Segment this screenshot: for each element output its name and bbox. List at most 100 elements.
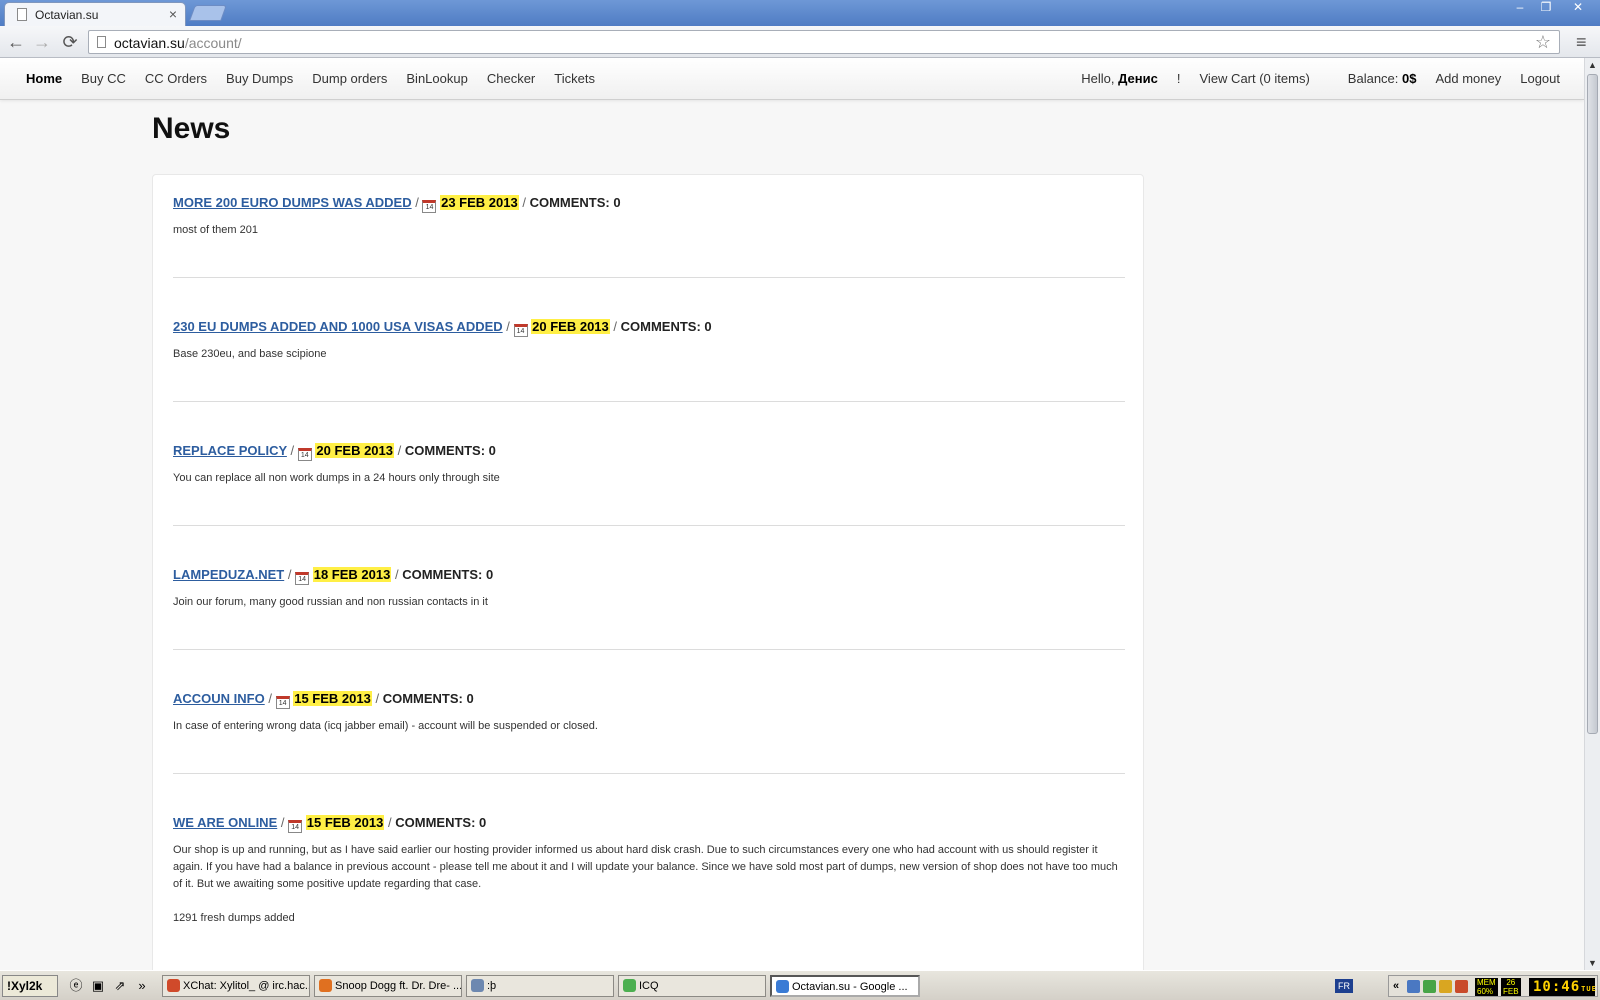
nav-binlookup[interactable]: BinLookup <box>406 71 467 86</box>
taskbar-label: Octavian.su - Google ... <box>792 981 908 993</box>
desktop-icon[interactable]: ▣ <box>90 978 106 994</box>
url-text[interactable]: octavian.su/account/ <box>114 35 242 51</box>
new-tab-button[interactable] <box>189 5 227 21</box>
news-date: 20 FEB 2013 <box>531 319 610 334</box>
clock-weekday: TUE <box>1581 985 1597 993</box>
minimize-icon[interactable]: – <box>1507 0 1533 16</box>
nav-home[interactable]: Home <box>26 71 62 86</box>
taskbar: !Xyl2k ⓔ ▣ ⇗ » XChat: Xylitol_ @ irc.hac… <box>0 970 1600 1000</box>
more-quicklaunch-icon[interactable]: » <box>134 978 150 994</box>
news-date: 23 FEB 2013 <box>440 195 519 210</box>
greeting-suffix: ! <box>1176 71 1181 86</box>
calendar-icon: 14 <box>297 448 312 461</box>
logout-link[interactable]: Logout <box>1520 71 1560 86</box>
news-date: 15 FEB 2013 <box>305 815 385 830</box>
address-bar[interactable]: octavian.su/account/ ☆ <box>88 30 1560 54</box>
bookmark-star-icon[interactable]: ☆ <box>1535 32 1551 53</box>
app-icon <box>471 979 484 992</box>
news-body: You can replace all non work dumps in a … <box>173 470 1125 487</box>
news-title-link[interactable]: REPLACE POLICY <box>173 443 287 458</box>
maximize-icon[interactable]: ❐ <box>1533 0 1559 16</box>
window-titlebar: Octavian.su × – ❐ ✕ <box>0 0 1600 26</box>
news-divider <box>173 525 1125 526</box>
page-title: News <box>152 112 231 145</box>
separator: / <box>268 691 272 706</box>
news-title-link[interactable]: MORE 200 EURO DUMPS WAS ADDED <box>173 195 412 210</box>
icq-tray-icon[interactable] <box>1423 980 1436 993</box>
news-title-link[interactable]: WE ARE ONLINE <box>173 815 277 830</box>
scroll-thumb[interactable] <box>1587 74 1598 734</box>
chart-app-icon[interactable]: ⇗ <box>112 978 128 994</box>
taskbar-button[interactable]: :þ <box>466 975 614 997</box>
taskbar-label: :þ <box>487 980 497 992</box>
news-title-link[interactable]: ACCOUN INFO <box>173 691 265 706</box>
news-comments[interactable]: COMMENTS: 0 <box>621 319 712 334</box>
user-name: Денис <box>1118 71 1158 86</box>
calendar-icon: 14 <box>422 200 437 213</box>
taskbar-button[interactable]: XChat: Xylitol_ @ irc.hac... <box>162 975 310 997</box>
vertical-scrollbar[interactable]: ▲ ▼ <box>1584 58 1600 970</box>
drive-icon[interactable] <box>1439 980 1452 993</box>
taskbar-button[interactable]: ICQ <box>618 975 766 997</box>
news-header: MORE 200 EURO DUMPS WAS ADDED / 14 23 FE… <box>173 195 1125 213</box>
browser-menu-icon[interactable]: ≡ <box>1576 32 1587 53</box>
site-navbar: Home Buy CC CC Orders Buy Dumps Dump ord… <box>0 58 1584 100</box>
scroll-down-icon[interactable]: ▼ <box>1588 958 1597 968</box>
news-paragraph: You can replace all non work dumps in a … <box>173 472 500 484</box>
nav-buy-dumps[interactable]: Buy Dumps <box>226 71 293 86</box>
ie-icon[interactable]: ⓔ <box>68 978 84 994</box>
news-comments[interactable]: COMMENTS: 0 <box>402 567 493 582</box>
news-divider <box>173 773 1125 774</box>
view-cart-link[interactable]: View Cart (0 items) <box>1200 71 1310 86</box>
calendar-icon: 14 <box>513 324 528 337</box>
close-icon[interactable]: ✕ <box>1559 0 1597 16</box>
news-comments[interactable]: COMMENTS: 0 <box>383 691 474 706</box>
separator: / <box>394 567 399 582</box>
nav-tickets[interactable]: Tickets <box>554 71 595 86</box>
forward-icon[interactable]: → <box>30 30 54 54</box>
clock-time: 10:46 <box>1533 979 1581 995</box>
tab-title: Octavian.su <box>35 8 99 22</box>
news-comments[interactable]: COMMENTS: 0 <box>405 443 496 458</box>
news-title-link[interactable]: LAMPEDUZA.NET <box>173 567 284 582</box>
separator: / <box>280 815 285 830</box>
reload-icon[interactable]: ⟳ <box>58 30 82 54</box>
nav-checker[interactable]: Checker <box>487 71 535 86</box>
start-button[interactable]: !Xyl2k <box>2 975 58 997</box>
separator: / <box>375 691 380 706</box>
taskbar-button[interactable]: Snoop Dogg ft. Dr. Dre- ... <box>314 975 462 997</box>
add-money-link[interactable]: Add money <box>1435 71 1501 86</box>
calendar-icon: 14 <box>275 696 290 709</box>
nav-cc-orders[interactable]: CC Orders <box>145 71 207 86</box>
news-body: Our shop is up and running, but as I hav… <box>173 842 1125 927</box>
network-icon[interactable] <box>1407 980 1420 993</box>
browser-tab[interactable]: Octavian.su × <box>4 2 186 26</box>
clock-day: 26 <box>1506 978 1516 987</box>
news-paragraph: 1291 fresh dumps added <box>173 912 295 924</box>
taskbar-button[interactable]: Octavian.su - Google ... <box>770 975 920 997</box>
news-comments[interactable]: COMMENTS: 0 <box>395 815 486 830</box>
nav-buy-cc[interactable]: Buy CC <box>81 71 126 86</box>
tools-icon[interactable] <box>1455 980 1468 993</box>
separator: / <box>415 195 419 210</box>
date-display: 26 FEB <box>1501 978 1521 996</box>
tab-close-icon[interactable]: × <box>169 6 177 22</box>
back-icon[interactable]: ← <box>4 30 28 54</box>
news-title-link[interactable]: 230 EU DUMPS ADDED AND 1000 USA VISAS AD… <box>173 319 503 334</box>
news-paragraph: In case of entering wrong data (icq jabb… <box>173 720 598 732</box>
news-body: Base 230eu, and base scipione <box>173 346 1125 363</box>
tray-expand-icon[interactable]: « <box>1393 980 1399 992</box>
nav-dump-orders[interactable]: Dump orders <box>312 71 387 86</box>
news-divider <box>173 401 1125 402</box>
clock[interactable]: 10:46TUE <box>1529 978 1597 996</box>
page-viewport: Home Buy CC CC Orders Buy Dumps Dump ord… <box>0 58 1584 970</box>
language-indicator[interactable]: FR <box>1335 979 1353 993</box>
news-date: 18 FEB 2013 <box>312 567 392 582</box>
balance: Balance: 0$ <box>1329 71 1417 86</box>
news-item: LAMPEDUZA.NET / 14 18 FEB 2013 / COMMENT… <box>173 567 1125 611</box>
news-comments[interactable]: COMMENTS: 0 <box>530 195 621 210</box>
news-paragraph: most of them 201 <box>173 224 258 236</box>
scroll-up-icon[interactable]: ▲ <box>1588 60 1597 70</box>
app-icon <box>319 979 332 992</box>
news-date: 15 FEB 2013 <box>293 691 372 706</box>
